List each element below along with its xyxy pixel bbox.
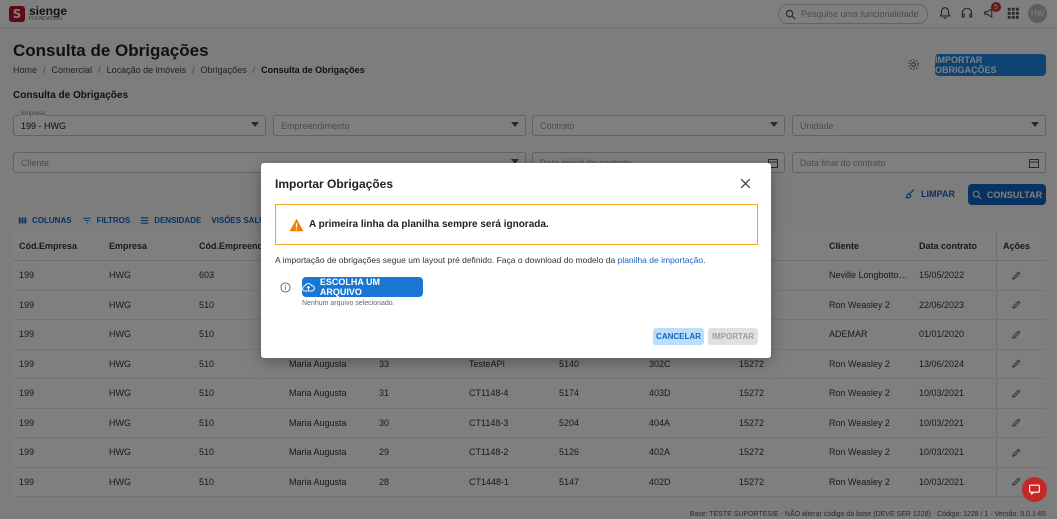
info-icon[interactable] bbox=[280, 282, 291, 293]
choose-file-button[interactable]: ESCOLHA UM ARQUIVO bbox=[302, 277, 423, 297]
warning-icon bbox=[289, 218, 304, 231]
choose-file-label: ESCOLHA UM ARQUIVO bbox=[319, 277, 381, 297]
warning-text: A primeira linha da planilha sempre será… bbox=[309, 219, 549, 230]
import-modal: Importar Obrigações A primeira linha da … bbox=[261, 163, 771, 358]
modal-description: A importação de obrigações segue um layo… bbox=[275, 255, 706, 265]
close-icon[interactable] bbox=[739, 177, 752, 190]
cloud-upload-icon bbox=[302, 282, 315, 291]
import-template-link[interactable]: planilha de importação bbox=[618, 255, 704, 265]
modal-title: Importar Obrigações bbox=[275, 177, 394, 191]
cancel-button[interactable]: CANCELAR bbox=[653, 328, 704, 345]
chat-icon bbox=[1029, 484, 1040, 495]
warning-alert: A primeira linha da planilha sempre será… bbox=[275, 204, 758, 245]
import-button: IMPORTAR bbox=[708, 328, 758, 345]
chat-fab[interactable] bbox=[1022, 477, 1047, 502]
no-file-text: Nenhum arquivo selecionado. bbox=[302, 300, 395, 307]
